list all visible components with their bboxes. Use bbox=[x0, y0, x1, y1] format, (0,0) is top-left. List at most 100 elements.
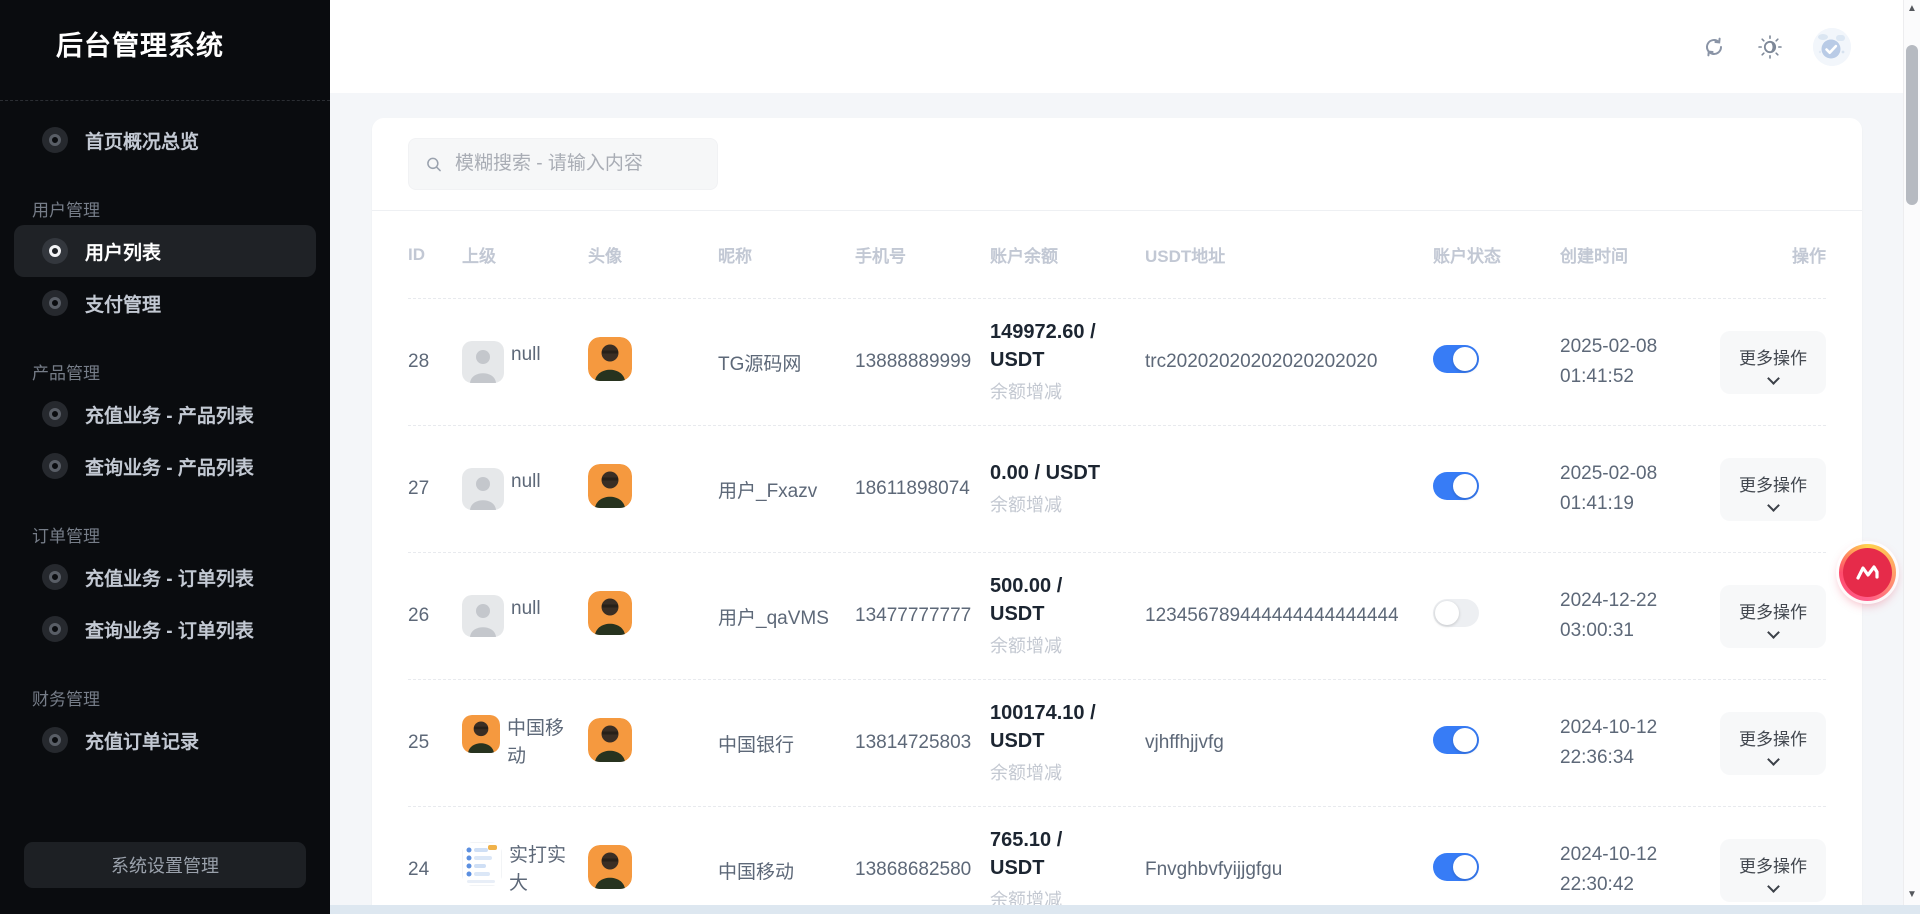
column-header: 头像 bbox=[588, 242, 718, 267]
cell-nickname: 用户_Fxazv bbox=[718, 476, 855, 503]
horizontal-scrollbar[interactable] bbox=[330, 905, 1920, 914]
table-row: 24 bbox=[408, 806, 1826, 914]
sidebar-item-查询业务 - 订单列表[interactable]: 查询业务 - 订单列表 bbox=[14, 603, 316, 655]
account-status-toggle[interactable] bbox=[1433, 726, 1479, 754]
cell-usdt-address: 123456789444444444444444 bbox=[1145, 605, 1433, 627]
sidebar-item-label: 首页概况总览 bbox=[85, 127, 199, 154]
more-actions-button[interactable]: 更多操作 bbox=[1720, 839, 1826, 902]
cell-actions: 更多操作 bbox=[1707, 712, 1826, 775]
cell-id: 26 bbox=[408, 605, 462, 627]
chevron-down-icon bbox=[1767, 626, 1780, 639]
sidebar-item-支付管理[interactable]: 支付管理 bbox=[14, 277, 316, 329]
cell-balance: 149972.60 / USDT 余额增减 bbox=[990, 318, 1116, 405]
more-actions-button[interactable]: 更多操作 bbox=[1720, 585, 1826, 648]
sidebar-item-label: 充值订单记录 bbox=[85, 727, 199, 754]
account-status-toggle[interactable] bbox=[1433, 853, 1479, 881]
system-settings-button[interactable]: 系统设置管理 bbox=[24, 842, 306, 888]
cell-status bbox=[1433, 853, 1560, 887]
cell-actions: 更多操作 bbox=[1707, 839, 1826, 902]
cell-actions: 更多操作 bbox=[1707, 458, 1826, 521]
sidebar-item-首页概况总览[interactable]: 首页概况总览 bbox=[14, 114, 316, 166]
search-input[interactable] bbox=[455, 153, 700, 175]
cell-created-time: 2024-12-22 03:00:31 bbox=[1560, 586, 1680, 647]
balance-adjust-link[interactable]: 余额增减 bbox=[990, 493, 1116, 518]
topbar-icons bbox=[1701, 0, 1851, 93]
more-actions-button[interactable]: 更多操作 bbox=[1720, 712, 1826, 775]
chevron-down-icon bbox=[1767, 499, 1780, 512]
cell-balance: 0.00 / USDT 余额增减 bbox=[990, 459, 1116, 518]
sidebar-item-充值业务 - 订单列表[interactable]: 充值业务 - 订单列表 bbox=[14, 551, 316, 603]
balance-value: 500.00 / USDT bbox=[990, 575, 1062, 625]
balance-value: 149972.60 / USDT bbox=[990, 321, 1096, 371]
cell-avatar bbox=[588, 591, 718, 641]
disc-icon bbox=[42, 401, 68, 427]
sidebar-item-label: 充值业务 - 产品列表 bbox=[85, 401, 254, 428]
cell-nickname: 用户_qaVMS bbox=[718, 603, 855, 630]
cell-nickname: 中国银行 bbox=[718, 730, 855, 757]
account-status-toggle[interactable] bbox=[1433, 472, 1479, 500]
cell-id: 28 bbox=[408, 351, 462, 373]
sidebar-item-充值业务 - 产品列表[interactable]: 充值业务 - 产品列表 bbox=[14, 388, 316, 440]
user-photo-avatar bbox=[588, 591, 632, 635]
user-photo-avatar bbox=[588, 337, 632, 381]
cell-actions: 更多操作 bbox=[1707, 585, 1826, 648]
cell-avatar bbox=[588, 845, 718, 895]
cell-phone: 13814725803 bbox=[855, 732, 990, 754]
cell-balance: 100174.10 / USDT 余额增减 bbox=[990, 699, 1116, 786]
more-actions-button[interactable]: 更多操作 bbox=[1720, 458, 1826, 521]
sidebar-item-查询业务 - 产品列表[interactable]: 查询业务 - 产品列表 bbox=[14, 440, 316, 492]
column-header: 上级 bbox=[462, 242, 588, 267]
theme-icon[interactable] bbox=[1757, 34, 1783, 60]
chevron-down-icon bbox=[1767, 372, 1780, 385]
cell-balance: 500.00 / USDT 余额增减 bbox=[990, 572, 1116, 659]
scrollbar-down-button[interactable]: ▼ bbox=[1904, 888, 1920, 902]
floating-logo-button[interactable] bbox=[1839, 544, 1896, 601]
cell-phone: 13477777777 bbox=[855, 605, 990, 627]
more-actions-label: 更多操作 bbox=[1739, 344, 1807, 369]
cell-avatar bbox=[588, 337, 718, 387]
account-status-toggle[interactable] bbox=[1433, 599, 1479, 627]
user-avatar[interactable] bbox=[1813, 28, 1851, 66]
search-box bbox=[408, 138, 718, 190]
cell-phone: 13888889999 bbox=[855, 351, 990, 373]
cell-status bbox=[1433, 472, 1560, 506]
placeholder-avatar-icon bbox=[462, 341, 504, 383]
sidebar-item-充值订单记录[interactable]: 充值订单记录 bbox=[14, 714, 316, 766]
balance-adjust-link[interactable]: 余额增减 bbox=[990, 380, 1116, 405]
sidebar-section-label: 产品管理 bbox=[32, 359, 316, 384]
column-header: 昵称 bbox=[718, 242, 855, 267]
superior-screenshot-thumbnail bbox=[462, 842, 502, 886]
cell-nickname: TG源码网 bbox=[718, 349, 855, 376]
more-actions-button[interactable]: 更多操作 bbox=[1720, 331, 1826, 394]
cell-superior: 中国移动 bbox=[462, 715, 588, 772]
cell-created-time: 2025-02-08 01:41:19 bbox=[1560, 459, 1680, 520]
sidebar-item-label: 用户列表 bbox=[85, 238, 161, 265]
user-photo-avatar bbox=[588, 845, 632, 889]
chevron-down-icon bbox=[1767, 880, 1780, 893]
cell-superior: null bbox=[462, 468, 588, 510]
sidebar-item-label: 查询业务 - 订单列表 bbox=[85, 616, 254, 643]
scrollbar-thumb[interactable] bbox=[1906, 45, 1918, 205]
cell-avatar bbox=[588, 718, 718, 768]
cell-status bbox=[1433, 345, 1560, 379]
cell-status bbox=[1433, 599, 1560, 633]
cell-actions: 更多操作 bbox=[1707, 331, 1826, 394]
scrollbar-up-button[interactable]: ▲ bbox=[1904, 2, 1920, 16]
chevron-down-icon bbox=[1767, 753, 1780, 766]
column-header: 手机号 bbox=[855, 242, 990, 267]
table-body: 28 bbox=[408, 298, 1826, 914]
disc-icon bbox=[42, 727, 68, 753]
balance-adjust-link[interactable]: 余额增减 bbox=[990, 761, 1116, 786]
balance-adjust-link[interactable]: 余额增减 bbox=[990, 634, 1116, 659]
cell-superior: null bbox=[462, 595, 588, 637]
account-status-toggle[interactable] bbox=[1433, 345, 1479, 373]
user-photo-avatar bbox=[588, 718, 632, 762]
user-photo-avatar bbox=[588, 464, 632, 508]
vertical-scrollbar[interactable]: ▲ ▼ bbox=[1903, 0, 1920, 914]
table-header-row: ID上级头像昵称手机号账户余额USDT地址账户状态创建时间操作 bbox=[408, 211, 1826, 298]
sidebar-menu: 首页概况总览 用户管理 用户列表 支付管理 产品管理 充值业务 - 产品列表 查… bbox=[14, 114, 316, 766]
balance-value: 765.10 / USDT bbox=[990, 829, 1062, 879]
refresh-icon[interactable] bbox=[1701, 34, 1727, 60]
sidebar-item-用户列表[interactable]: 用户列表 bbox=[14, 225, 316, 277]
more-actions-label: 更多操作 bbox=[1739, 852, 1807, 877]
